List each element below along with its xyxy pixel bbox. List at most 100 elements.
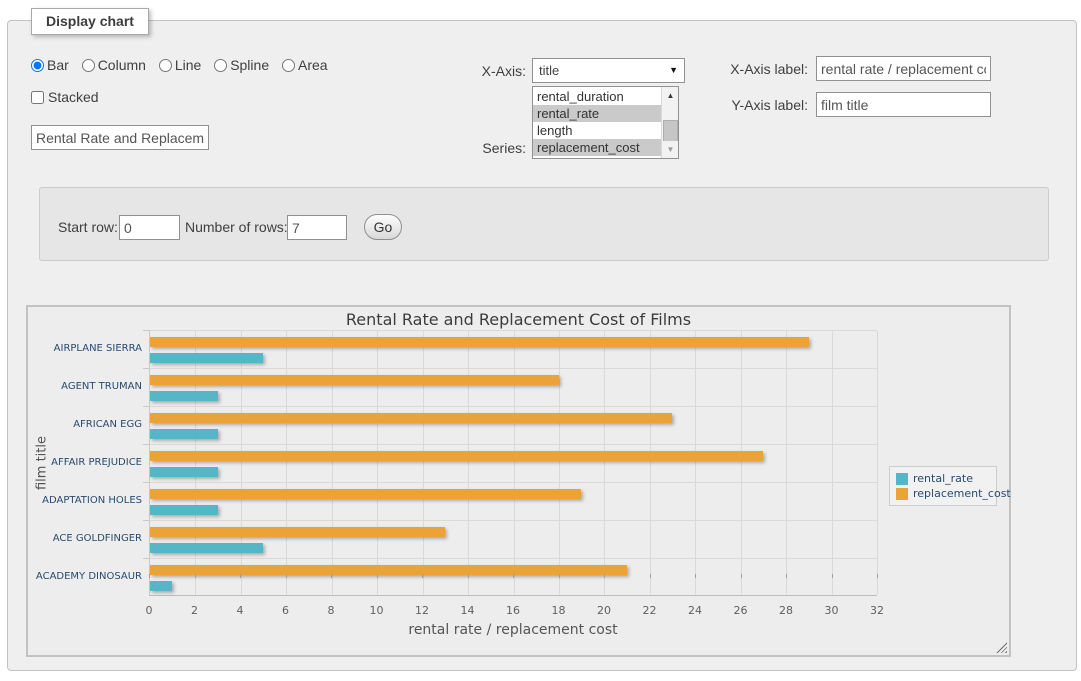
- start-row-label: Start row:: [58, 219, 118, 235]
- x-tick-label: 16: [506, 604, 520, 617]
- start-row-input[interactable]: [119, 215, 180, 240]
- radio-column[interactable]: Column: [82, 57, 146, 73]
- radio-area-input[interactable]: [282, 59, 295, 72]
- x-axis-title: rental rate / replacement cost: [149, 622, 877, 638]
- gridline: [877, 331, 878, 595]
- scroll-down-icon[interactable]: ▼: [662, 141, 679, 158]
- category-row: [150, 483, 877, 521]
- x-axis-label-input[interactable]: [816, 56, 991, 81]
- x-tick-label: 32: [870, 604, 884, 617]
- category-label: ADAPTATION HOLES: [28, 482, 142, 520]
- y-axis-label-input[interactable]: [816, 92, 991, 117]
- radio-line[interactable]: Line: [159, 57, 201, 73]
- category-row: [150, 369, 877, 407]
- x-axis-tick: [650, 574, 651, 578]
- x-axis-tick: [695, 574, 696, 578]
- rows-controls-box: Start row: Number of rows: Go: [39, 187, 1049, 261]
- go-button[interactable]: Go: [364, 214, 402, 240]
- resize-grip-icon[interactable]: [996, 642, 1007, 653]
- x-axis-selected-value: title: [539, 63, 559, 78]
- chart-type-radio-group: Bar Column Line Spline Area: [31, 57, 337, 73]
- x-axis-tick: [468, 574, 469, 578]
- series-option-length[interactable]: length: [533, 122, 661, 139]
- radio-column-label: Column: [98, 57, 146, 73]
- number-of-rows-input[interactable]: [287, 215, 347, 240]
- bar-rental_rate[interactable]: [150, 429, 218, 439]
- x-tick-labels: 02468101214161820222426283032: [149, 604, 877, 618]
- category-row: [150, 331, 877, 369]
- category-row: [150, 559, 877, 597]
- x-axis-tick: [240, 574, 241, 578]
- bar-rental_rate[interactable]: [150, 353, 263, 363]
- x-tick-label: 2: [191, 604, 198, 617]
- bar-replacement_cost[interactable]: [150, 413, 672, 423]
- bar-replacement_cost[interactable]: [150, 565, 627, 575]
- x-tick-label: 20: [597, 604, 611, 617]
- radio-spline-input[interactable]: [214, 59, 227, 72]
- bar-replacement_cost[interactable]: [150, 337, 809, 347]
- radio-spline[interactable]: Spline: [214, 57, 269, 73]
- series-option-replacement-cost[interactable]: replacement_cost: [533, 139, 661, 156]
- x-tick-label: 22: [643, 604, 657, 617]
- stacked-checkbox[interactable]: [31, 91, 44, 104]
- radio-line-input[interactable]: [159, 59, 172, 72]
- legend-item-rental_rate[interactable]: rental_rate: [896, 471, 990, 486]
- y-axis-tick: [143, 482, 150, 483]
- y-axis-tick: [143, 406, 150, 407]
- x-tick-label: 18: [552, 604, 566, 617]
- page: Display chart Bar Column Line Spline Are…: [0, 0, 1081, 681]
- x-axis-tick: [286, 574, 287, 578]
- category-label: AFRICAN EGG: [28, 406, 142, 444]
- bar-rental_rate[interactable]: [150, 543, 263, 553]
- scrollbar-thumb[interactable]: [663, 120, 678, 142]
- category-label: AFFAIR PREJUDICE: [28, 444, 142, 482]
- legend-item-replacement_cost[interactable]: replacement_cost: [896, 486, 990, 501]
- x-tick-label: 8: [328, 604, 335, 617]
- radio-area[interactable]: Area: [282, 57, 328, 73]
- bar-rental_rate[interactable]: [150, 505, 218, 515]
- x-tick-label: 6: [282, 604, 289, 617]
- stacked-label-text: Stacked: [48, 89, 99, 105]
- category-label: ACADEMY DINOSAUR: [28, 558, 142, 596]
- x-axis-tick: [877, 574, 878, 578]
- plot-area: [149, 330, 877, 596]
- x-axis-tick: [786, 574, 787, 578]
- chart-legend: rental_ratereplacement_cost: [889, 466, 997, 506]
- x-axis-label-field-label: X-Axis label:: [656, 61, 808, 77]
- category-row: [150, 445, 877, 483]
- series-option-rental-rate[interactable]: rental_rate: [533, 105, 661, 122]
- radio-line-label: Line: [175, 57, 201, 73]
- y-axis-tick: [143, 558, 150, 559]
- x-axis-tick: [513, 574, 514, 578]
- bar-rental_rate[interactable]: [150, 391, 218, 401]
- chart-container: Rental Rate and Replacement Cost of Film…: [26, 305, 1011, 657]
- y-axis-tick: [143, 368, 150, 369]
- x-axis-tick: [741, 574, 742, 578]
- radio-bar[interactable]: Bar: [31, 57, 69, 73]
- x-axis-tick: [832, 574, 833, 578]
- bar-replacement_cost[interactable]: [150, 489, 581, 499]
- bar-replacement_cost[interactable]: [150, 375, 559, 385]
- x-tick-label: 12: [415, 604, 429, 617]
- x-tick-label: 4: [237, 604, 244, 617]
- legend-label: replacement_cost: [913, 487, 1011, 500]
- legend-swatch-icon: [896, 488, 908, 500]
- bar-rental_rate[interactable]: [150, 467, 218, 477]
- category-labels: AIRPLANE SIERRAAGENT TRUMANAFRICAN EGGAF…: [28, 330, 142, 596]
- x-axis-tick: [377, 574, 378, 578]
- radio-column-input[interactable]: [82, 59, 95, 72]
- stacked-checkbox-label[interactable]: Stacked: [31, 89, 99, 105]
- bar-replacement_cost[interactable]: [150, 451, 763, 461]
- bar-rental_rate[interactable]: [150, 581, 172, 591]
- stacked-row: Stacked: [31, 89, 99, 105]
- legend-label: rental_rate: [913, 472, 973, 485]
- bar-replacement_cost[interactable]: [150, 527, 445, 537]
- radio-bar-input[interactable]: [31, 59, 44, 72]
- x-tick-label: 24: [688, 604, 702, 617]
- x-tick-label: 30: [825, 604, 839, 617]
- y-axis-label-field-label: Y-Axis label:: [656, 97, 808, 113]
- radio-bar-label: Bar: [47, 57, 69, 73]
- series-option-rental-duration[interactable]: rental_duration: [533, 88, 661, 105]
- chart-title-input[interactable]: [31, 125, 209, 150]
- radio-area-label: Area: [298, 57, 328, 73]
